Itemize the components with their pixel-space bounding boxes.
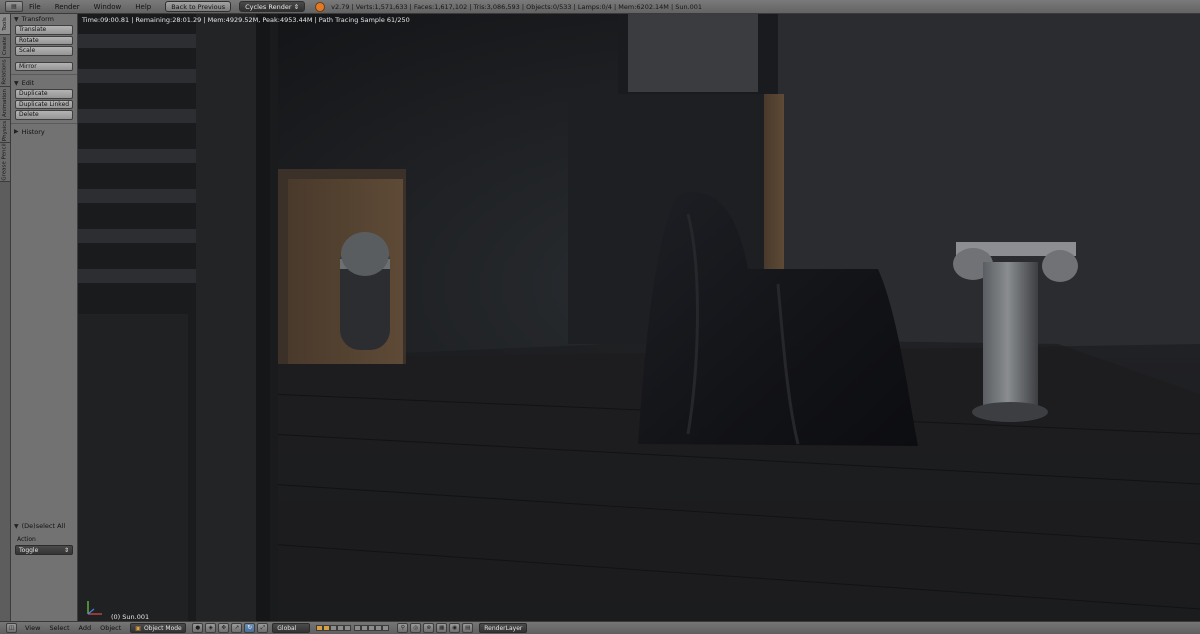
redo-panel: ▼ (De)select All Action Toggle ⇕ — [11, 521, 77, 555]
snap-icon[interactable]: ⊗ — [423, 623, 435, 633]
tab-physics-label: Physics — [2, 120, 8, 142]
mode-label: Object Mode — [143, 624, 182, 632]
panel-history-header[interactable]: ▶ History — [11, 127, 77, 137]
layer-toggle[interactable] — [316, 625, 324, 631]
layer-toggle[interactable] — [375, 625, 383, 631]
render-layer-label: RenderLayer — [484, 624, 523, 632]
tab-grease-pencil-label: Grease Pencil — [2, 143, 9, 181]
layer-toggle[interactable] — [344, 625, 352, 631]
object-mode-icon: ▣ — [135, 624, 141, 632]
toolshelf: ▼ Transform Translate Rotate Scale Mirro… — [11, 14, 78, 621]
layer-toggle[interactable] — [382, 625, 390, 631]
redo-panel-header[interactable]: ▼ (De)select All — [11, 521, 77, 531]
info-header: ▤ File Render Window Help Back to Previo… — [0, 0, 1200, 14]
tab-create[interactable]: Create — [0, 35, 10, 58]
tab-tools[interactable]: Tools — [0, 14, 10, 35]
duplicate-button[interactable]: Duplicate — [15, 89, 73, 99]
tab-grease-pencil[interactable]: Grease Pencil — [0, 143, 10, 182]
mirror-button[interactable]: Mirror — [15, 61, 73, 71]
snap-element-icon[interactable]: ▦ — [436, 623, 448, 633]
rotate-manipulator-icon[interactable]: ↻ — [244, 623, 256, 633]
scale-button[interactable]: Scale — [15, 46, 73, 56]
menu-window[interactable]: Window — [94, 3, 122, 11]
viewport-shading-icon[interactable]: ● — [192, 623, 204, 633]
blender-logo-icon — [315, 1, 326, 12]
translate-manipulator-icon[interactable]: ↗ — [231, 623, 243, 633]
rotate-button[interactable]: Rotate — [15, 35, 73, 45]
rendered-scene-image — [78, 14, 1200, 621]
manipulator-toggle-icon[interactable]: ✥ — [218, 623, 230, 633]
scale-manipulator-icon[interactable]: ⤢ — [257, 623, 269, 633]
render-layer-dropdown[interactable]: RenderLayer — [479, 623, 528, 633]
menu-render[interactable]: Render — [55, 3, 80, 11]
panel-transform-header[interactable]: ▼ Transform — [11, 14, 77, 24]
render-icon[interactable]: ◉ — [449, 623, 461, 633]
duplicate-linked-button[interactable]: Duplicate Linked — [15, 99, 73, 109]
opengl-render-icon[interactable]: ▤ — [462, 623, 474, 633]
scene-stats: v2.79 | Verts:1,571,633 | Faces:1,617,10… — [331, 2, 703, 11]
tab-create-label: Create — [2, 36, 8, 56]
tab-animation-label: Animation — [2, 88, 9, 118]
menu-view[interactable]: View — [25, 624, 40, 632]
menu-add[interactable]: Add — [79, 624, 92, 632]
panel-transform-title: Transform — [21, 15, 54, 23]
lock-layers-icon[interactable]: ⚲ — [397, 623, 409, 633]
tab-animation[interactable]: Animation — [0, 87, 10, 120]
layer-toggle[interactable] — [330, 625, 338, 631]
tab-relations-label: Relations — [2, 59, 9, 85]
back-to-previous-button[interactable]: Back to Previous — [165, 1, 232, 12]
translate-button[interactable]: Translate — [15, 25, 73, 35]
action-label: Action — [17, 536, 36, 543]
tab-relations[interactable]: Relations — [0, 58, 10, 87]
collapse-triangle-icon: ▼ — [14, 522, 19, 530]
menu-select[interactable]: Select — [49, 624, 69, 632]
3d-view-header: ◫ View Select Add Object ▣ Object Mode ●… — [0, 621, 1200, 634]
proportional-edit-icon[interactable]: ◎ — [410, 623, 422, 633]
panel-edit-header[interactable]: ▼ Edit — [11, 78, 77, 88]
tab-tools-label: Tools — [2, 17, 8, 31]
menu-help[interactable]: Help — [135, 3, 151, 11]
transform-orientation-dropdown[interactable]: Global — [272, 623, 311, 633]
orientation-label: Global — [277, 624, 297, 632]
action-value: Toggle — [19, 546, 39, 554]
active-object-label: (0) Sun.001 — [111, 613, 150, 621]
axes-gizmo-icon — [87, 601, 102, 615]
dropdown-arrows-icon: ⇕ — [293, 2, 300, 11]
collapse-triangle-icon: ▼ — [14, 15, 19, 23]
layer-toggle[interactable] — [337, 625, 345, 631]
menu-object[interactable]: Object — [100, 624, 121, 632]
panel-divider — [11, 74, 77, 75]
collapse-triangle-icon: ▼ — [14, 79, 19, 87]
layer-buttons[interactable] — [316, 625, 390, 631]
layer-toggle[interactable] — [323, 625, 331, 631]
tab-physics[interactable]: Physics — [0, 120, 10, 143]
delete-button[interactable]: Delete — [15, 110, 73, 120]
panel-edit-title: Edit — [21, 79, 35, 87]
pivot-point-icon[interactable]: ◈ — [205, 623, 217, 633]
layer-toggle[interactable] — [368, 625, 376, 631]
3d-viewport[interactable]: Time:09:00.81 | Remaining:28:01.29 | Mem… — [78, 14, 1200, 621]
back-to-previous-label: Back to Previous — [171, 2, 226, 11]
editor-type-button[interactable]: ◫ — [6, 623, 17, 633]
redo-panel-title: (De)select All — [21, 522, 66, 530]
render-engine-label: Cycles Render — [245, 2, 292, 11]
editor-type-button[interactable]: ▤ — [5, 1, 23, 12]
action-dropdown[interactable]: Toggle ⇕ — [15, 545, 73, 555]
panel-history-title: History — [21, 127, 45, 136]
dropdown-arrows-icon: ⇕ — [63, 546, 69, 554]
mode-dropdown[interactable]: ▣ Object Mode — [130, 623, 187, 633]
panel-divider — [11, 122, 77, 124]
layer-toggle[interactable] — [361, 625, 369, 631]
render-progress-info: Time:09:00.81 | Remaining:28:01.29 | Mem… — [82, 16, 410, 24]
layer-toggle[interactable] — [354, 625, 362, 631]
menu-file[interactable]: File — [29, 3, 41, 11]
toolshelf-tabs: Tools Create Relations Animation Physics… — [0, 14, 11, 621]
expand-triangle-icon: ▶ — [14, 128, 19, 135]
render-engine-dropdown[interactable]: Cycles Render ⇕ — [239, 1, 306, 12]
